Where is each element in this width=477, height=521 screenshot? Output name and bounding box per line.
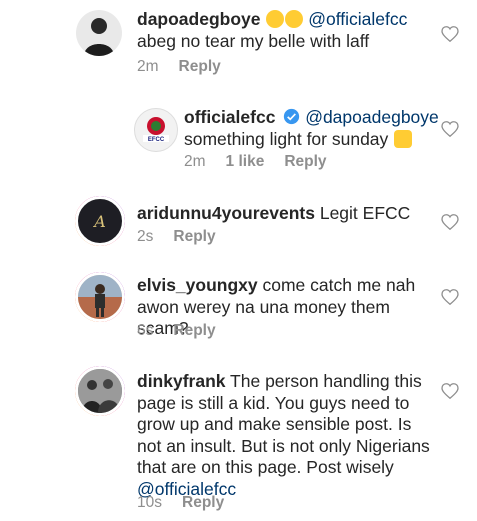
efcc-logo-text: EFCC	[148, 137, 165, 143]
avatar[interactable]: EFCC	[134, 108, 178, 152]
rofl-emoji	[285, 10, 304, 28]
timestamp: 6s	[137, 322, 154, 339]
username[interactable]: elvis_youngxy	[137, 275, 258, 295]
username[interactable]: dinkyfrank	[137, 371, 226, 391]
comment-text: grow up and make sensible post. Is	[137, 414, 412, 434]
heart-icon[interactable]	[441, 26, 459, 42]
heart-icon[interactable]	[441, 383, 459, 399]
username[interactable]: dapoadegboye	[137, 9, 261, 29]
avatar[interactable]	[76, 10, 122, 56]
username[interactable]: aridunnu4yourevents	[137, 203, 315, 223]
comment-text: abeg no tear my belle with laff	[137, 30, 370, 51]
timestamp: 2s	[137, 228, 154, 245]
avatar-logo: A	[94, 211, 106, 231]
heart-icon[interactable]	[441, 121, 459, 137]
heart-icon[interactable]	[441, 214, 459, 230]
timestamp: 2m	[137, 58, 159, 75]
timestamp: 2m	[184, 153, 206, 170]
mention-link[interactable]: @dapoadegboye	[305, 107, 439, 127]
mention-link[interactable]: @officialefcc	[308, 9, 407, 29]
avatar[interactable]	[75, 272, 125, 322]
likes-count[interactable]: 1 like	[226, 153, 265, 171]
comment-text: come catch me nah	[262, 275, 416, 295]
reply-button[interactable]: Reply	[173, 228, 215, 246]
comment-text: that are on this page. Post wisely	[137, 457, 394, 477]
raised-hands-emoji	[394, 129, 413, 148]
reply-button[interactable]: Reply	[182, 494, 224, 512]
reply-button[interactable]: Reply	[173, 322, 215, 340]
laughing-crying-emoji	[266, 10, 285, 28]
comment-text: something light for sunday	[184, 128, 389, 149]
comment-text: Legit EFCC	[319, 203, 411, 223]
comment-text: page is still a kid. You guys need to	[137, 392, 410, 413]
heart-icon[interactable]	[441, 289, 459, 305]
username[interactable]: officialefcc	[184, 107, 275, 127]
reply-button[interactable]: Reply	[179, 58, 221, 76]
avatar[interactable]: A	[75, 196, 125, 246]
reply-button[interactable]: Reply	[284, 153, 326, 171]
comment-text: not an insult. But is not only Nigerians	[137, 435, 430, 456]
verified-badge-icon	[284, 108, 300, 125]
timestamp: 10s	[137, 494, 162, 511]
avatar[interactable]	[75, 366, 125, 416]
comment-text: The person handling this	[230, 371, 422, 391]
